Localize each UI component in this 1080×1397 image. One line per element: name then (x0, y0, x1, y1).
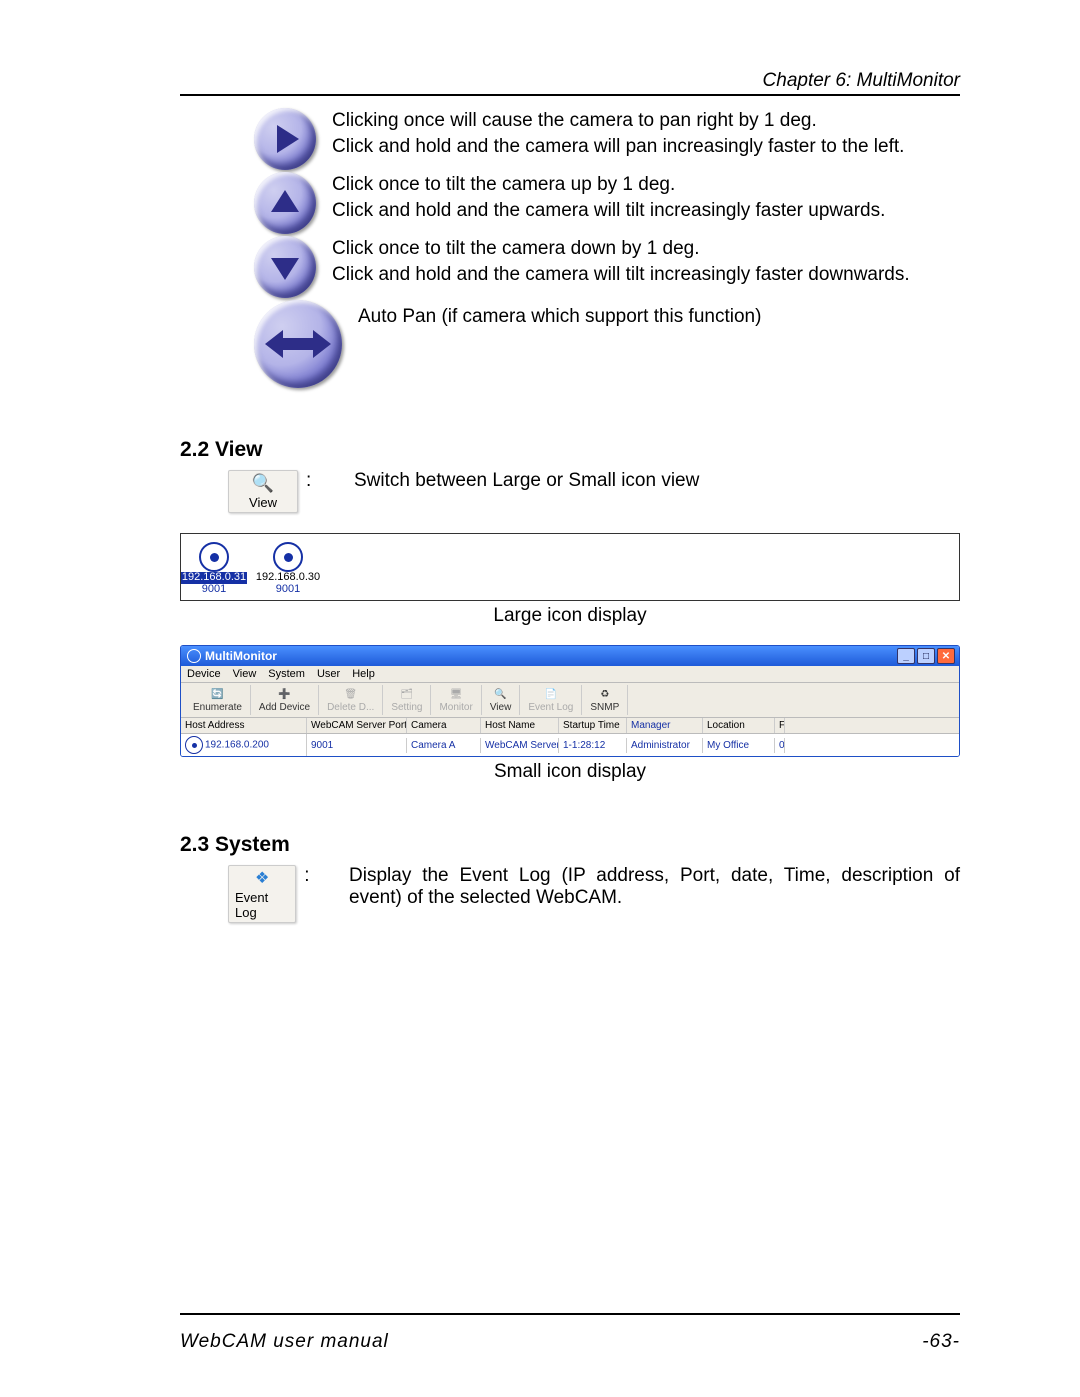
tilt-down-icon (254, 236, 316, 298)
toolbar-icon: 🖥 (448, 687, 464, 701)
column-manager[interactable]: Manager (627, 718, 703, 733)
ip-label: 192.168.0.31 (181, 572, 247, 584)
header-rule (180, 94, 960, 96)
caption-large: Large icon display (180, 605, 960, 627)
toolbar-icon: 🔍 (493, 687, 509, 701)
toolbar-label: Delete D... (327, 702, 374, 713)
toolbar-icon: 📄 (543, 687, 559, 701)
pan-right-icon (254, 108, 316, 170)
colon2: : (304, 865, 313, 887)
toolbar-add-device[interactable]: ➕Add Device (251, 685, 319, 715)
menubar: Device View System User Help (181, 666, 959, 683)
window-title: MultiMonitor (205, 649, 277, 663)
port-label: 9001 (202, 584, 226, 596)
list-row[interactable]: 192.168.0.200 9001 Camera A WebCAM Serve… (181, 734, 959, 756)
toolbar-setting: 🗂Setting (383, 685, 431, 715)
event-log-label: Event Log (235, 890, 289, 920)
toolbar-icon: 🗂 (399, 687, 415, 701)
tilt-up-line2: Click and hold and the camera will tilt … (332, 198, 960, 224)
column-location[interactable]: Location (703, 718, 775, 733)
toolbar-icon: 🔄 (209, 687, 225, 701)
toolbar: 🔄Enumerate➕Add Device🗑Delete D...🗂Settin… (181, 683, 959, 718)
toolbar-event-log: 📄Event Log (520, 685, 582, 715)
ip-label: 192.168.0.30 (256, 572, 320, 584)
auto-pan-icon (254, 300, 342, 388)
cell-host: 192.168.0.200 (205, 740, 269, 751)
toolbar-view[interactable]: 🔍View (482, 685, 521, 715)
cell-camera: Camera A (407, 738, 481, 753)
tilt-down-line2: Click and hold and the camera will tilt … (332, 262, 960, 288)
chapter-header: Chapter 6: MultiMonitor (180, 70, 960, 92)
cell-startup: 1-1:28:12 (559, 738, 627, 753)
column-f[interactable]: F (775, 718, 785, 733)
menu-device[interactable]: Device (187, 668, 221, 680)
pan-right-line2: Click and hold and the camera will pan i… (332, 134, 960, 160)
toolbar-snmp[interactable]: ♻SNMP (582, 685, 628, 715)
large-icon-item[interactable]: 192.168.0.309001 (265, 542, 311, 596)
view-description: Switch between Large or Small icon view (354, 470, 699, 492)
toolbar-enumerate[interactable]: 🔄Enumerate (185, 685, 251, 715)
menu-system[interactable]: System (268, 668, 305, 680)
toolbar-icon: ➕ (276, 687, 292, 701)
heading-system: 2.3 System (180, 833, 960, 857)
list-header: Host AddressWebCAM Server PortCameraHost… (181, 718, 959, 734)
tilt-up-icon (254, 172, 316, 234)
maximize-button[interactable]: □ (917, 648, 935, 664)
toolbar-label: Add Device (259, 702, 310, 713)
view-toggle-button[interactable]: 🔍 View (228, 470, 298, 513)
port-label: 9001 (276, 584, 300, 596)
menu-user[interactable]: User (317, 668, 340, 680)
camera-icon (273, 542, 303, 572)
toolbar-delete-d-: 🗑Delete D... (319, 685, 383, 715)
minimize-button[interactable]: _ (897, 648, 915, 664)
cell-f: 0 (775, 738, 785, 753)
event-log-button[interactable]: ❖ Event Log (228, 865, 296, 923)
camera-icon (199, 542, 229, 572)
toolbar-label: SNMP (590, 702, 619, 713)
log-icon: ❖ (255, 868, 269, 888)
cell-manager: Administrator (627, 738, 703, 753)
tilt-down-line1: Click once to tilt the camera down by 1 … (332, 236, 960, 262)
app-icon (187, 649, 201, 663)
toolbar-label: Setting (391, 702, 422, 713)
caption-small: Small icon display (180, 761, 960, 783)
magnifier-icon: 🔍 (252, 473, 274, 494)
heading-view: 2.2 View (180, 438, 960, 462)
large-icon-item[interactable]: 192.168.0.319001 (191, 542, 237, 596)
menu-view[interactable]: View (233, 668, 257, 680)
footer-rule (180, 1313, 960, 1315)
view-btn-label: View (249, 495, 277, 510)
toolbar-label: Enumerate (193, 702, 242, 713)
column-startup-time[interactable]: Startup Time (559, 718, 627, 733)
cell-port: 9001 (307, 738, 407, 753)
cell-location: My Office (703, 738, 775, 753)
menu-help[interactable]: Help (352, 668, 375, 680)
large-icon-panel: 192.168.0.319001192.168.0.309001 (180, 533, 960, 601)
cell-hostname: WebCAM Server (481, 738, 559, 753)
toolbar-monitor: 🖥Monitor (431, 685, 481, 715)
footer-left: WebCAM user manual (180, 1331, 389, 1353)
toolbar-label: Monitor (439, 702, 472, 713)
colon: : (306, 470, 318, 492)
footer-right: -63- (922, 1331, 960, 1353)
event-log-description: Display the Event Log (IP address, Port,… (349, 865, 960, 909)
close-button[interactable]: ✕ (937, 648, 955, 664)
toolbar-label: Event Log (528, 702, 573, 713)
toolbar-icon: ♻ (597, 687, 613, 701)
auto-pan-line1: Auto Pan (if camera which support this f… (358, 304, 960, 330)
column-camera[interactable]: Camera (407, 718, 481, 733)
camera-icon (185, 736, 203, 754)
pan-right-line1: Clicking once will cause the camera to p… (332, 108, 960, 134)
column-host-name[interactable]: Host Name (481, 718, 559, 733)
tilt-up-line1: Click once to tilt the camera up by 1 de… (332, 172, 960, 198)
toolbar-label: View (490, 702, 512, 713)
column-webcam-server-port[interactable]: WebCAM Server Port (307, 718, 407, 733)
multimonitor-window: MultiMonitor _ □ ✕ Device View System User H… (180, 645, 960, 757)
toolbar-icon: 🗑 (343, 687, 359, 701)
column-host-address[interactable]: Host Address (181, 718, 307, 733)
